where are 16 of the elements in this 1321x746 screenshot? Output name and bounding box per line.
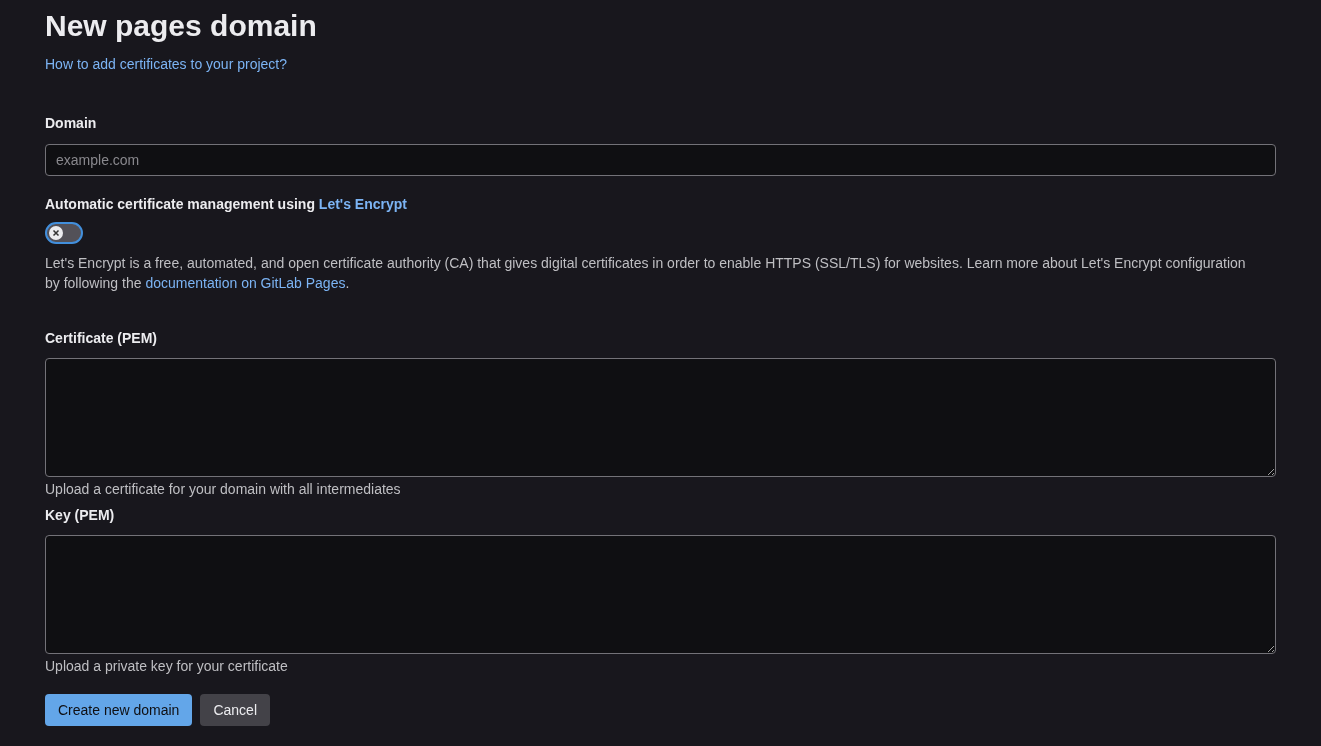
field-label: Domain	[45, 114, 97, 133]
create-button[interactable]: Create new domain	[45, 694, 193, 726]
cancel-button[interactable]: Cancel	[200, 694, 270, 726]
help-text: Upload a certificate for your domain with all intermediates	[45, 480, 401, 499]
field-label: Automatic certificate management using	[45, 196, 316, 212]
domain-input-field[interactable]: example.com	[45, 144, 1276, 176]
text-area-field[interactable]	[45, 535, 1276, 654]
help-link[interactable]: How to add certificates to your project?	[45, 54, 287, 75]
page-title: New pages domain	[45, 8, 317, 44]
help-text: Upload a private key for your certificate	[45, 657, 288, 676]
field-label: Key (PEM)	[45, 506, 115, 525]
lets-encrypt-link[interactable]: Let's Encrypt	[318, 196, 407, 212]
toggle-switch[interactable]	[45, 222, 83, 244]
field-label: Certificate (PEM)	[45, 329, 158, 348]
text-area-field[interactable]	[45, 358, 1276, 477]
description-text: Let's Encrypt is a free, automated, and open certificate authority (CA) that gives digital certificates in order to enable HTTPS (SSL/TLS) for websites. Learn more about Let's Encrypt configuration by following the documentation on GitLab Pages.	[45, 254, 1247, 293]
